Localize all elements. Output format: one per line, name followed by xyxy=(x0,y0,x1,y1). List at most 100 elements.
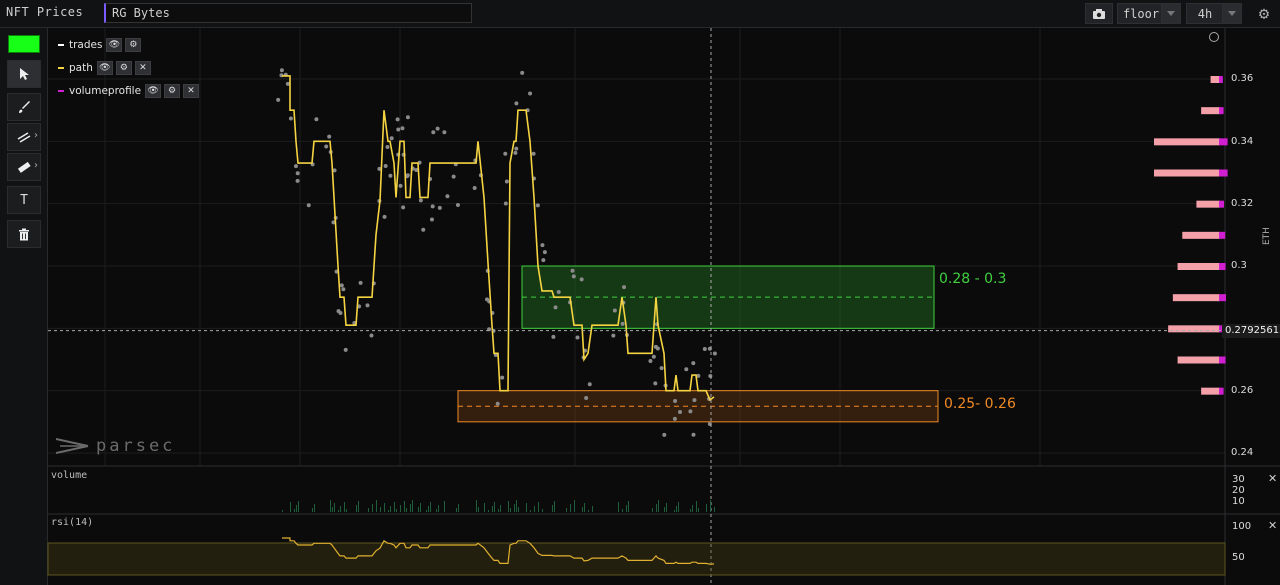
trade-dot xyxy=(295,171,300,176)
visibility-button[interactable]: 👁 xyxy=(145,84,162,98)
volume-bar xyxy=(518,507,519,512)
volume-bar xyxy=(312,508,313,512)
series-settings-button[interactable]: ⚙ xyxy=(164,84,181,98)
trade-dot xyxy=(514,146,519,151)
trade-dot xyxy=(400,126,405,131)
trade-dot xyxy=(513,150,518,155)
volume-profile-buy-bar xyxy=(1219,294,1226,302)
volume-bar xyxy=(488,510,489,512)
series-settings-button[interactable]: ⚙ xyxy=(115,61,132,75)
rsi-tick: 100 xyxy=(1232,521,1252,532)
trade-dot xyxy=(551,334,556,339)
series-settings-button[interactable]: ⚙ xyxy=(125,38,142,52)
close-volume-panel-icon[interactable]: ✕ xyxy=(1268,472,1277,485)
trade-dot xyxy=(388,173,393,178)
volume-profile-buy-bar xyxy=(1219,107,1224,115)
remove-series-button[interactable]: ✕ xyxy=(183,84,200,98)
reset-zoom-icon[interactable] xyxy=(1209,32,1219,42)
price-tick: 0.32 xyxy=(1231,198,1254,209)
volume-bar xyxy=(420,503,421,512)
volume-bar xyxy=(690,509,691,512)
volume-bar xyxy=(500,505,501,512)
trade-dot xyxy=(541,258,546,263)
close-icon: ✕ xyxy=(187,86,195,96)
trade-dot xyxy=(612,308,617,313)
trade-dot xyxy=(672,416,677,421)
volume-tick: 20 xyxy=(1232,485,1245,496)
trade-dot xyxy=(418,198,423,203)
watermark-text: parsec xyxy=(96,436,176,456)
volume-bar xyxy=(372,504,373,512)
volume-bar xyxy=(538,502,539,512)
volume-profile-buy-bar xyxy=(1219,231,1226,239)
volume-bar xyxy=(656,504,657,512)
trade-dot xyxy=(451,174,456,179)
volume-tick: 30 xyxy=(1232,474,1245,485)
volume-bar xyxy=(492,506,493,512)
legend-item-volumeprofile: volumeprofile 👁 ⚙ ✕ xyxy=(58,83,202,99)
volume-bar xyxy=(534,506,535,512)
volume-profile-bar xyxy=(1172,294,1220,302)
volume-profile-buy-bar xyxy=(1219,200,1224,208)
volume-bar xyxy=(410,504,411,512)
remove-series-button[interactable]: ✕ xyxy=(134,61,151,75)
volume-bar xyxy=(542,509,543,512)
trade-dot xyxy=(401,205,406,210)
price-unit-label: ETH xyxy=(1262,227,1272,245)
volume-profile-bar xyxy=(1201,107,1220,115)
legend-swatch xyxy=(58,67,64,69)
visibility-button[interactable]: 👁 xyxy=(106,38,123,52)
trade-dot xyxy=(622,285,627,290)
volume-bar xyxy=(674,510,675,512)
trade-dot xyxy=(343,347,348,352)
volume-profile-buy-bar xyxy=(1219,263,1226,270)
zone-label-lower: 0.25- 0.26 xyxy=(944,396,1016,412)
trade-dot xyxy=(431,130,436,135)
close-rsi-panel-icon[interactable]: ✕ xyxy=(1268,519,1277,532)
trade-dot xyxy=(314,117,319,122)
volume-bar xyxy=(530,510,531,512)
volume-bar xyxy=(406,508,407,512)
volume-bar xyxy=(652,508,653,512)
trade-dot xyxy=(678,410,683,415)
watermark: parsec xyxy=(56,436,175,456)
volume-profile-bar xyxy=(1201,387,1220,395)
volume-bar xyxy=(628,501,629,512)
trade-dot xyxy=(429,217,434,222)
volume-bar xyxy=(698,508,699,512)
volume-bar xyxy=(498,509,499,512)
volume-bar xyxy=(298,501,299,512)
legend-label: volumeprofile xyxy=(69,85,142,97)
legend-label: path xyxy=(69,62,93,74)
trade-dot xyxy=(535,203,540,208)
price-tick: 0.24 xyxy=(1231,447,1254,458)
volume-bar xyxy=(356,505,357,512)
volume-bar xyxy=(714,507,715,512)
eye-icon: 👁 xyxy=(147,86,159,96)
volume-bar xyxy=(340,506,341,512)
trade-dot xyxy=(659,366,664,371)
legend-item-path: path 👁 ⚙ ✕ xyxy=(58,60,154,76)
trade-dot xyxy=(500,375,505,380)
trade-dot xyxy=(369,333,374,338)
trade-dot xyxy=(571,274,576,279)
trade-dot xyxy=(395,117,400,122)
volume-bar xyxy=(526,503,527,512)
volume-bar xyxy=(428,506,429,512)
trade-dot xyxy=(620,321,625,326)
volume-profile-buy-bar xyxy=(1219,356,1226,364)
eye-icon: 👁 xyxy=(108,40,121,50)
visibility-button[interactable]: 👁 xyxy=(96,61,113,75)
trade-dot xyxy=(405,115,410,120)
eye-icon: 👁 xyxy=(99,63,111,73)
volume-bar xyxy=(418,507,419,512)
rsi-band xyxy=(47,542,1226,576)
volume-profile-buy-bar xyxy=(1219,387,1224,395)
volume-bar xyxy=(438,505,439,512)
volume-profile-bar xyxy=(1168,325,1220,333)
trade-dot xyxy=(365,303,370,308)
volume-bar xyxy=(338,510,339,512)
volume-bar xyxy=(346,509,347,512)
trade-dot xyxy=(398,183,403,188)
trade-dot xyxy=(542,250,547,255)
